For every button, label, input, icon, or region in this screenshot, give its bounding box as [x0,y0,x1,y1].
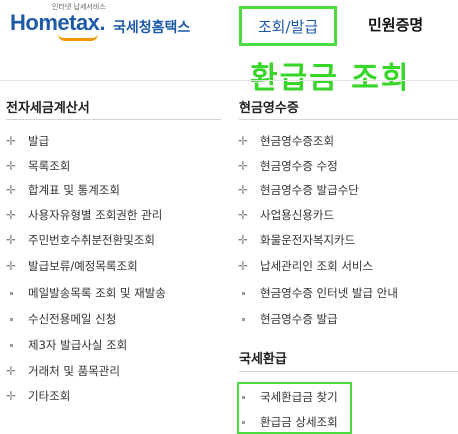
section-title-tax-refund: 국세환급 [239,352,287,367]
menu-item-label: 메일발송목록 조회 및 재발송 [28,286,166,300]
plus-icon: ✛ [237,259,249,273]
nav-tab-civil-certificate[interactable]: 민원증명 [368,14,423,35]
menu-item-list-inquiry[interactable]: ✛ 목록조회 [4,156,70,176]
logo-korean-name: 국세청홈택스 [113,20,191,36]
bullet-icon [4,344,18,347]
menu-item-receive-only-mail[interactable]: 수신전용메일 신청 [4,309,116,329]
plus-icon: ✛ [5,389,17,403]
menu-item-freight-welfare-card[interactable]: ✛ 화물운전자복지카드 [236,230,355,250]
plus-icon: ✛ [237,159,249,173]
menu-item-label: 현금영수증조회 [260,134,335,148]
menu-item-user-permission[interactable]: ✛ 사용자유형별 조회권한 관리 [4,205,162,225]
nav-tab-inquiry-issue[interactable]: 조회/발급 [239,6,337,46]
menu-item-label: 사업용신용카드 [260,208,335,222]
plus-icon: ✛ [237,208,249,222]
menu-item-label: 기타조회 [28,389,71,403]
menu-item-label: 주민번호수취분전환및조회 [28,233,155,247]
plus-icon: ✛ [237,134,249,148]
menu-item-issue-method[interactable]: ✛ 현금영수증 발급수단 [236,180,359,200]
menu-item-label: 발급보류/예정목록조회 [28,259,138,273]
bullet-icon [4,318,18,321]
menu-item-pending-scheduled[interactable]: ✛ 발급보류/예정목록조회 [4,256,138,276]
overlay-title: 환급금 조회 [250,61,411,96]
menu-item-issue[interactable]: ✛ 발급 [4,131,49,151]
bullet-icon [236,318,250,321]
menu-item-summary-statistics[interactable]: ✛ 합계표 및 통계조회 [4,180,120,200]
menu-item-cash-receipt-issue[interactable]: 현금영수증 발급 [236,309,338,329]
menu-item-label: 화물운전자복지카드 [260,233,356,247]
section-divider [239,119,458,120]
menu-item-label: 현금영수증 발급수단 [260,183,359,197]
section-title-cash-receipt: 현금영수증 [239,101,299,116]
menu-item-tax-agent-inquiry[interactable]: ✛ 납세관리인 조회 서비스 [236,256,373,276]
plus-icon: ✛ [5,233,17,247]
plus-icon: ✛ [5,364,17,378]
menu-item-cash-receipt-inquiry[interactable]: ✛ 현금영수증조회 [236,131,334,151]
menu-item-label: 거래처 및 품목관리 [28,364,120,378]
menu-item-mail-resend[interactable]: 메일발송목록 조회 및 재발송 [4,283,166,303]
menu-item-label: 납세관리인 조회 서비스 [260,259,374,273]
menu-item-label: 수신전용메일 신청 [28,312,117,326]
plus-icon: ✛ [5,259,17,273]
bullet-icon [4,292,18,295]
section-divider [239,371,458,372]
menu-item-label: 국세환급금 찾기 [260,390,338,404]
section-divider [6,119,221,120]
menu-item-partner-items[interactable]: ✛ 거래처 및 품목관리 [4,361,120,381]
menu-item-other-inquiry[interactable]: ✛ 기타조회 [4,386,70,406]
menu-item-cash-receipt-modify[interactable]: ✛ 현금영수증 수정 [236,156,338,176]
menu-item-refund-detail-inquiry[interactable]: 환급금 상세조회 [236,412,338,432]
plus-icon: ✛ [237,183,249,197]
menu-item-label: 사용자유형별 조회권한 관리 [28,208,163,222]
plus-icon: ✛ [5,208,17,222]
plus-icon: ✛ [5,159,17,173]
bullet-icon [236,292,250,295]
menu-item-label: 목록조회 [28,159,71,173]
plus-icon: ✛ [237,233,249,247]
menu-item-label: 현금영수증 인터넷 발급 안내 [260,286,398,300]
menu-item-resident-number-conversion[interactable]: ✛ 주민번호수취분전환및조회 [4,230,155,250]
menu-item-label: 환급금 상세조회 [260,415,338,429]
bullet-icon [236,421,250,424]
plus-icon: ✛ [5,134,17,148]
menu-item-internet-issue-guide[interactable]: 현금영수증 인터넷 발급 안내 [236,283,398,303]
menu-item-label: 현금영수증 수정 [260,159,338,173]
menu-item-find-tax-refund[interactable]: 국세환급금 찾기 [236,387,338,407]
menu-item-label: 합계표 및 통계조회 [28,183,120,197]
menu-item-label: 발급 [28,134,50,148]
section-title-e-tax-invoice: 전자세금계산서 [6,101,90,116]
plus-icon: ✛ [5,183,17,197]
hometax-logo[interactable]: Hometax. [10,10,106,36]
menu-item-label: 현금영수증 발급 [260,312,338,326]
header-divider [0,80,458,81]
menu-item-label: 제3자 발급사실 조회 [28,338,128,352]
menu-item-business-card[interactable]: ✛ 사업용신용카드 [236,205,334,225]
bullet-icon [236,396,250,399]
menu-item-third-party-inquiry[interactable]: 제3자 발급사실 조회 [4,335,127,355]
logo-swoosh-icon [58,34,98,41]
